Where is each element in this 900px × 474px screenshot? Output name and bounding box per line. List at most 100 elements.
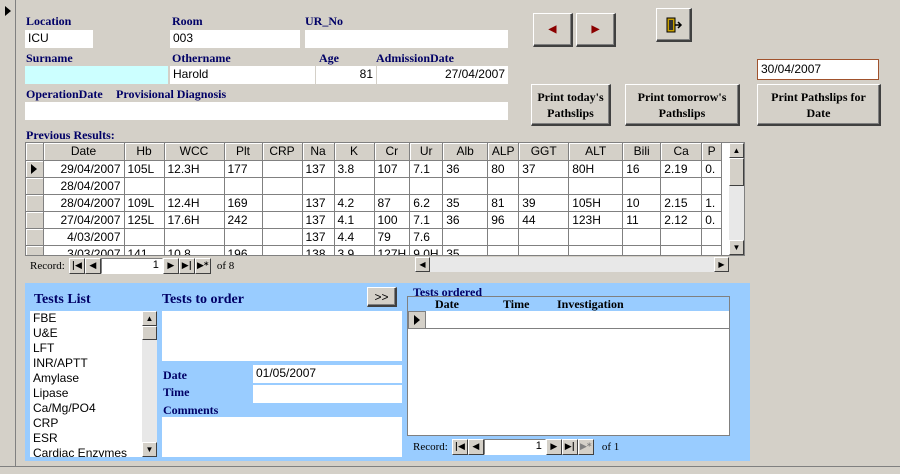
column-header[interactable]: Ca <box>660 143 703 161</box>
previous-results-grid[interactable]: Date Hb WCC Plt CRP Na K Cr Ur Alb ALP GGT ALT Bili Ca… <box>25 142 745 256</box>
table-cell[interactable]: 81 <box>487 194 520 212</box>
table-cell[interactable] <box>568 245 624 255</box>
row-selector[interactable] <box>26 211 44 229</box>
table-row[interactable]: 3/03/2007 141 10.8 196 138 3.9 127H 9.0H 35 <box>26 245 723 255</box>
table-cell[interactable]: 28/04/2007 <box>43 194 125 212</box>
table-cell[interactable]: 10.8 <box>164 245 225 255</box>
comments-field[interactable] <box>162 417 402 457</box>
table-cell[interactable]: 196 <box>224 245 263 255</box>
table-cell[interactable]: 123H <box>568 211 624 229</box>
table-cell[interactable]: 2.19 <box>660 160 703 178</box>
first-record-icon[interactable]: |◀ <box>451 438 468 455</box>
scroll-up-icon[interactable]: ▲ <box>729 143 744 158</box>
column-header[interactable]: Ur <box>409 143 444 161</box>
table-cell[interactable]: 137 <box>302 211 335 229</box>
table-cell[interactable]: 105L <box>124 160 165 178</box>
table-cell[interactable]: 3.8 <box>334 160 375 178</box>
table-cell[interactable] <box>334 177 375 195</box>
scroll-left-icon[interactable]: ◀ <box>415 257 430 272</box>
column-header[interactable]: Na <box>302 143 335 161</box>
admission-date-field[interactable]: 27/04/2007 <box>377 66 508 84</box>
order-date-field[interactable]: 01/05/2007 <box>253 365 402 383</box>
table-cell[interactable] <box>660 245 703 255</box>
list-item[interactable]: Ca/Mg/PO4 <box>30 401 142 416</box>
table-cell[interactable]: 4.2 <box>334 194 375 212</box>
table-cell[interactable]: 242 <box>224 211 263 229</box>
row-selector[interactable] <box>26 228 44 246</box>
table-cell[interactable] <box>262 211 303 229</box>
table-cell[interactable] <box>409 177 444 195</box>
column-header[interactable]: CRP <box>262 143 303 161</box>
table-cell[interactable]: 4.4 <box>334 228 375 246</box>
table-cell[interactable] <box>164 228 225 246</box>
table-cell[interactable] <box>302 177 335 195</box>
table-cell[interactable]: 2.12 <box>660 211 703 229</box>
table-cell[interactable] <box>701 245 723 255</box>
table-cell[interactable] <box>124 228 165 246</box>
print-tomorrow-pathslips-button[interactable]: Print tomorrow's Pathslips <box>625 84 740 126</box>
table-cell[interactable]: 3.9 <box>334 245 375 255</box>
column-header[interactable]: ALP <box>487 143 520 161</box>
othername-field[interactable]: Harold <box>170 66 315 84</box>
column-header[interactable]: ALT <box>568 143 624 161</box>
table-cell[interactable] <box>518 177 570 195</box>
table-cell[interactable]: 35 <box>442 245 489 255</box>
table-cell[interactable]: 4/03/2007 <box>43 228 125 246</box>
table-cell[interactable]: 1. <box>701 194 723 212</box>
list-item[interactable]: Cardiac Enzymes <box>30 446 142 457</box>
column-header[interactable]: Bili <box>622 143 662 161</box>
table-cell[interactable]: 12.3H <box>164 160 225 178</box>
table-cell[interactable]: 87 <box>374 194 411 212</box>
row-selector[interactable] <box>26 245 44 255</box>
table-cell[interactable]: 35 <box>442 194 489 212</box>
table-cell[interactable] <box>442 228 489 246</box>
table-cell[interactable] <box>622 228 662 246</box>
table-cell[interactable]: 4.1 <box>334 211 375 229</box>
tests-list[interactable]: FBE U&E LFT INR/APTT Amylase Lipase Ca/Mg/PO4 C… <box>30 311 142 457</box>
new-record-selector[interactable] <box>408 311 426 329</box>
table-cell[interactable] <box>262 177 303 195</box>
next-record-icon[interactable]: ▶ <box>545 438 562 455</box>
table-cell[interactable]: 80H <box>568 160 624 178</box>
results-vertical-scrollbar[interactable]: ▲ ▼ <box>729 143 744 255</box>
column-header[interactable]: Cr <box>374 143 411 161</box>
prev-record-icon[interactable]: ◀ <box>467 438 484 455</box>
close-form-button[interactable] <box>656 8 692 42</box>
next-record-button[interactable]: ▶ <box>576 13 616 47</box>
table-cell[interactable]: 11 <box>622 211 662 229</box>
table-cell[interactable]: 137 <box>302 194 335 212</box>
table-cell[interactable]: 109L <box>124 194 165 212</box>
table-cell[interactable]: 7.1 <box>409 211 444 229</box>
table-cell[interactable]: 27/04/2007 <box>43 211 125 229</box>
table-cell[interactable]: 7.1 <box>409 160 444 178</box>
list-item[interactable]: ESR <box>30 431 142 446</box>
last-record-icon[interactable]: ▶| <box>178 257 195 274</box>
print-date-field[interactable]: 30/04/2007 <box>757 59 879 80</box>
table-cell[interactable] <box>701 228 723 246</box>
table-row[interactable]: 28/04/2007 109L 12.4H 169 137 4.2 87 6.2 35 81 39 1… <box>26 194 723 212</box>
table-cell[interactable]: 36 <box>442 160 489 178</box>
provisional-diagnosis-field[interactable] <box>25 102 508 120</box>
table-cell[interactable] <box>262 245 303 255</box>
table-cell[interactable] <box>164 177 225 195</box>
list-item[interactable]: CRP <box>30 416 142 431</box>
table-cell[interactable] <box>374 177 411 195</box>
new-record-icon[interactable]: ▶* <box>194 257 211 274</box>
table-cell[interactable]: 0. <box>701 160 723 178</box>
row-selector[interactable] <box>26 160 44 178</box>
scroll-up-icon[interactable]: ▲ <box>142 311 157 326</box>
table-row[interactable]: 29/04/2007 105L 12.3H 177 137 3.8 107 7.1 36 80 37… <box>26 160 723 178</box>
table-cell[interactable]: 137 <box>302 228 335 246</box>
table-cell[interactable]: 37 <box>518 160 570 178</box>
tests-list-scrollbar[interactable]: ▲ ▼ <box>142 311 157 457</box>
table-cell[interactable] <box>568 228 624 246</box>
scroll-thumb[interactable] <box>142 326 157 340</box>
table-cell[interactable] <box>701 177 723 195</box>
table-cell[interactable]: 137 <box>302 160 335 178</box>
table-cell[interactable] <box>442 177 489 195</box>
column-header[interactable]: Hb <box>124 143 165 161</box>
table-cell[interactable]: 0. <box>701 211 723 229</box>
table-cell[interactable]: 96 <box>487 211 520 229</box>
table-cell[interactable]: 169 <box>224 194 263 212</box>
column-header[interactable]: WCC <box>164 143 225 161</box>
